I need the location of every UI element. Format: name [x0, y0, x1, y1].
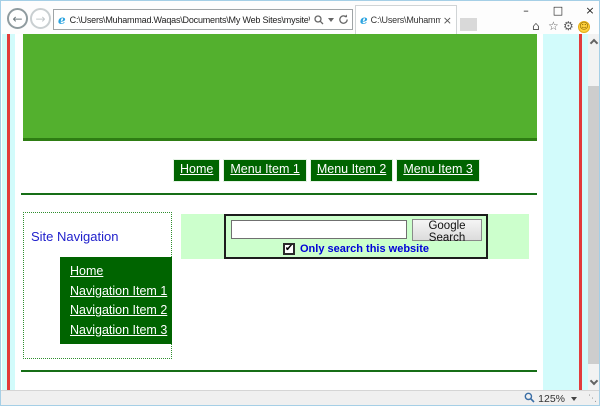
- browser-window: ← → e C:\Users\Muhammad.Waqas\Documents\…: [0, 0, 600, 406]
- zoom-magnifier-icon: [524, 390, 535, 406]
- zoom-control[interactable]: 125%: [524, 390, 591, 406]
- close-button[interactable]: ×: [577, 2, 600, 18]
- address-bar[interactable]: e C:\Users\Muhammad.Waqas\Documents\My W…: [53, 9, 353, 30]
- home-icon[interactable]: ⌂: [532, 19, 540, 33]
- tab-close-icon[interactable]: ×: [443, 15, 452, 26]
- only-search-label: Only search this website: [300, 243, 429, 255]
- site-navigation-panel: Site Navigation Home Navigation Item 1 N…: [23, 212, 172, 359]
- back-button[interactable]: ←: [7, 8, 28, 29]
- header-banner: [23, 34, 537, 141]
- search-icon[interactable]: [314, 15, 324, 25]
- browser-tab[interactable]: e C:\Users\Muhammad.Waq... ×: [355, 5, 457, 34]
- nav-item-home[interactable]: Home: [70, 264, 172, 278]
- only-search-checkbox[interactable]: ✔: [283, 243, 295, 255]
- scroll-up-icon[interactable]: [590, 39, 598, 47]
- nav-item-2[interactable]: Navigation Item 2: [70, 303, 172, 317]
- address-dropdown-icon[interactable]: [328, 18, 334, 22]
- favorites-icon[interactable]: ☆: [548, 19, 559, 33]
- tab-favicon: e: [360, 14, 368, 26]
- refresh-icon[interactable]: [338, 14, 349, 25]
- browser-chrome: ← → e C:\Users\Muhammad.Waqas\Documents\…: [1, 1, 599, 34]
- page-right-red-border: [579, 34, 582, 390]
- feedback-smiley-icon[interactable]: ☺: [578, 21, 590, 33]
- scrollbar-thumb[interactable]: [588, 86, 600, 364]
- divider-bottom: [21, 370, 537, 372]
- search-form-box: Google Search ✔ Only search this website: [224, 214, 488, 259]
- resize-grip: ⋱: [588, 395, 597, 404]
- menu-item-2[interactable]: Menu Item 2: [310, 159, 393, 182]
- menu-item-3[interactable]: Menu Item 3: [396, 159, 479, 182]
- page-left-red-border: [7, 34, 10, 390]
- site-navigation-links: Home Navigation Item 1 Navigation Item 2…: [60, 257, 172, 344]
- search-section: Google Search ✔ Only search this website: [181, 214, 529, 259]
- menu-item-home[interactable]: Home: [173, 159, 220, 182]
- site-navigation-title: Site Navigation: [31, 229, 118, 244]
- address-text[interactable]: C:\Users\Muhammad.Waqas\Documents\My Web…: [70, 15, 310, 25]
- ie-page-icon: e: [58, 14, 66, 26]
- vertical-scrollbar[interactable]: [588, 34, 600, 390]
- maximize-button[interactable]: □: [545, 2, 571, 18]
- nav-item-3[interactable]: Navigation Item 3: [70, 323, 172, 337]
- zoom-level: 125%: [538, 393, 565, 405]
- page-viewport: Home Menu Item 1 Menu Item 2 Menu Item 3…: [2, 34, 588, 390]
- menu-item-1[interactable]: Menu Item 1: [223, 159, 306, 182]
- nav-item-1[interactable]: Navigation Item 1: [70, 284, 172, 298]
- search-checkbox-row: ✔ Only search this website: [226, 243, 486, 255]
- page-content: Home Menu Item 1 Menu Item 2 Menu Item 3…: [15, 34, 543, 390]
- status-bar: 125% ⋱: [1, 390, 599, 406]
- new-tab-button[interactable]: [460, 18, 477, 31]
- minimize-button[interactable]: –: [513, 2, 539, 18]
- zoom-dropdown-icon[interactable]: [571, 397, 577, 401]
- google-search-button[interactable]: Google Search: [412, 219, 482, 241]
- top-menu: Home Menu Item 1 Menu Item 2 Menu Item 3: [173, 159, 480, 182]
- scroll-down-icon[interactable]: [590, 377, 598, 385]
- tab-title: C:\Users\Muhammad.Waq...: [371, 15, 441, 25]
- divider-top: [21, 193, 537, 195]
- search-input[interactable]: [231, 220, 407, 239]
- forward-button[interactable]: →: [30, 8, 51, 29]
- settings-gear-icon[interactable]: ⚙: [563, 19, 574, 33]
